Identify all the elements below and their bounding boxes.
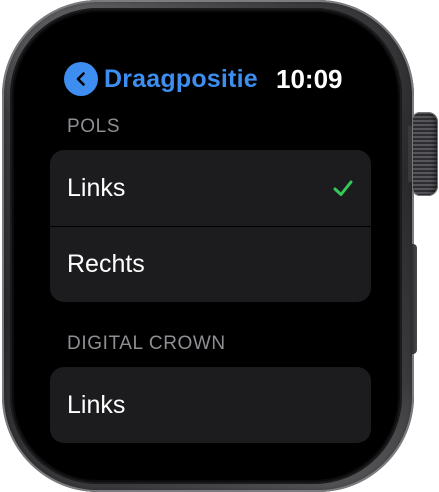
- option-row-rechts[interactable]: Rechts: [50, 226, 371, 302]
- option-label: Rechts: [67, 250, 145, 278]
- page-title: Draagpositie: [104, 64, 258, 93]
- clock-time: 10:09: [276, 64, 343, 94]
- option-label: Links: [67, 390, 126, 419]
- option-row-links[interactable]: Links: [50, 150, 371, 226]
- section-label-pols: POLS: [67, 116, 121, 137]
- option-label: Links: [67, 173, 126, 202]
- nav-header: Draagpositie 10:09: [14, 12, 398, 112]
- section-label-digital-crown: DIGITAL CROWN: [67, 333, 226, 354]
- side-button[interactable]: [411, 244, 417, 354]
- option-row-crown-links[interactable]: Links: [50, 367, 371, 443]
- chevron-left-icon: [64, 62, 98, 96]
- watch-screen: Draagpositie 10:09 POLS Links Rechts DIG…: [14, 12, 398, 480]
- digital-crown[interactable]: [412, 112, 438, 196]
- back-button[interactable]: Draagpositie: [64, 62, 258, 96]
- options-group-pols: Links Rechts: [50, 150, 371, 302]
- watch-stage: Draagpositie 10:09 POLS Links Rechts DIG…: [0, 0, 439, 492]
- options-group-digital-crown: Links: [50, 367, 371, 443]
- checkmark-icon: [331, 176, 355, 200]
